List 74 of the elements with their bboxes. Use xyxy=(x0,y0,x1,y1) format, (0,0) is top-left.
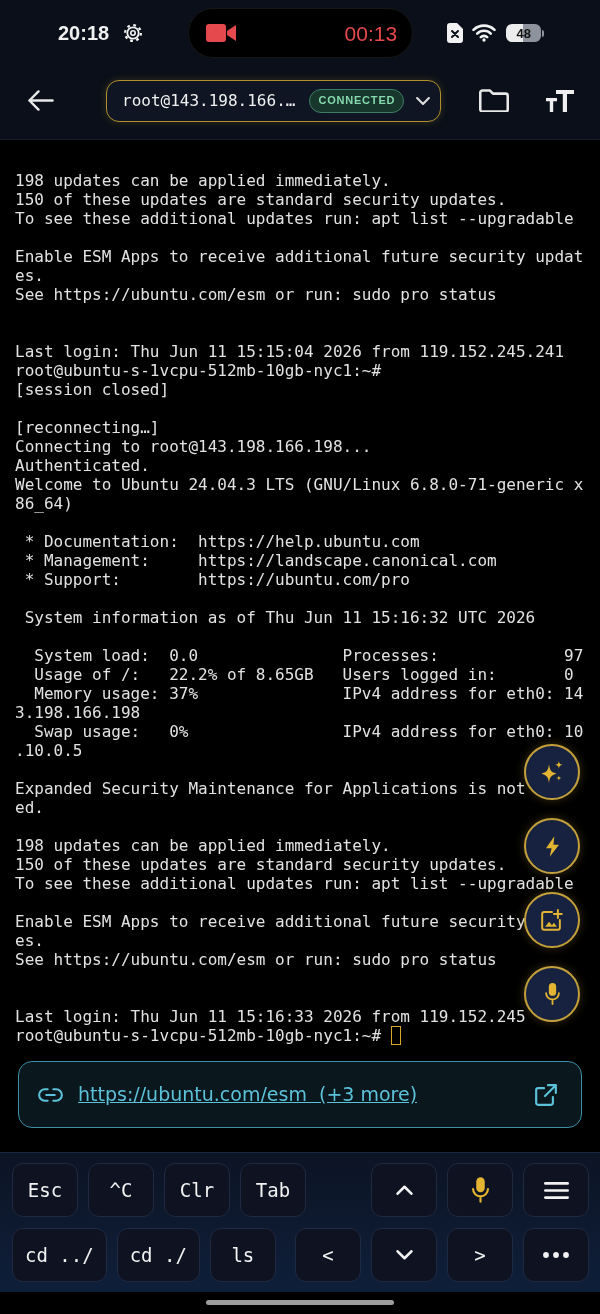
terminal-line: System load: 0.0 Processes: 97 xyxy=(33,646,584,665)
status-time: 20:18 xyxy=(58,23,110,43)
chevron-down-icon xyxy=(395,1250,413,1260)
add-image-button[interactable] xyxy=(524,892,580,948)
external-link-icon[interactable] xyxy=(535,1083,557,1106)
terminal-line: See https://ubuntu.com/esm or run: sudo pro status xyxy=(15,285,497,304)
terminal-line: [reconnecting…] xyxy=(15,418,160,437)
wifi-icon xyxy=(472,24,497,42)
terminal-line: Authenticated. xyxy=(15,456,150,475)
terminal-line: Enable ESM Apps to receive additional future security updat xyxy=(15,247,584,266)
keyboard-key[interactable]: cd ./ xyxy=(116,1228,200,1282)
terminal-line: To see these additional updates run: apt list --upgradable xyxy=(15,874,574,893)
terminal-line: Last login: Thu Jun 11 15:16:33 2026 from 119.152.245 xyxy=(15,1007,526,1026)
terminal-line: 150 of these updates are standard security updates. xyxy=(15,855,507,874)
menu-icon xyxy=(543,1181,569,1199)
terminal-line: To see these additional updates run: apt list --upgradable xyxy=(15,209,574,228)
terminal-line: Enable ESM Apps to receive additional future security xyxy=(15,912,526,931)
terminal-line: .10.0.5 xyxy=(15,741,83,760)
terminal-line: Last login: Thu Jun 11 15:15:04 2026 from 119.152.245.241 xyxy=(15,342,565,361)
terminal-line: root@ubuntu-s-1vcpu-512mb-10gb-nyc1:~# xyxy=(15,1026,382,1045)
text-size-icon[interactable] xyxy=(546,89,574,112)
settings-icon xyxy=(124,24,143,42)
host-selector[interactable]: root@143.198.166.… CONNECTED xyxy=(106,79,441,122)
terminal-line: Usage of /: 22.2% of 8.65GB Users logged in: 0 xyxy=(33,665,574,684)
sim-card-off-icon xyxy=(447,23,464,43)
terminal-line: root@ubuntu-s-1vcpu-512mb-10gb-nyc1:~# xyxy=(15,361,382,380)
terminal-line: Welcome to Ubuntu 24.04.3 LTS (GNU/Linux 6.8.0-71-generic x xyxy=(15,475,584,494)
terminal-line: 198 updates can be applied immediately. xyxy=(15,836,391,855)
terminal-line: * Support: https://ubuntu.com/pro xyxy=(23,570,410,589)
keyboard-key[interactable]: Esc xyxy=(12,1163,78,1217)
connection-status-badge: CONNECTED xyxy=(309,88,405,113)
keyboard-key[interactable] xyxy=(523,1163,589,1217)
terminal-line: Expanded Security Maintenance for Applications is not xyxy=(15,779,526,798)
folder-icon[interactable] xyxy=(479,89,509,112)
microphone-icon xyxy=(471,1177,489,1203)
microphone-button[interactable] xyxy=(524,966,580,1022)
terminal-line: * Documentation: https://help.ubuntu.com xyxy=(23,532,420,551)
keyboard-key[interactable]: ls xyxy=(209,1228,276,1282)
terminal-line: Connecting to root@143.198.166.198... xyxy=(15,437,372,456)
link-icon xyxy=(38,1087,63,1102)
chevron-up-icon xyxy=(395,1185,413,1195)
terminal-line: 86_64) xyxy=(15,494,73,513)
keyboard-key[interactable]: cd ../ xyxy=(12,1228,107,1282)
detected-link[interactable]: https://ubuntu.com/esm (+3 more) xyxy=(78,1080,418,1109)
video-camera-icon xyxy=(206,23,237,43)
terminal-line: * Management: https://landscape.canonical.com xyxy=(23,551,497,570)
terminal-line: ed. xyxy=(15,798,44,817)
terminal-line: es. xyxy=(15,266,44,285)
keyboard-key[interactable]: < xyxy=(295,1228,361,1282)
chevron-down-icon xyxy=(416,96,431,105)
keyboard-key[interactable] xyxy=(523,1228,589,1282)
terminal-line: 3.198.166.198 xyxy=(15,703,141,722)
sparkles-button[interactable] xyxy=(524,744,580,800)
terminal-line: System information as of Thu Jun 11 15:16:32 UTC 2026 xyxy=(23,608,536,627)
lightning-bolt-icon xyxy=(545,835,559,857)
terminal-line: 198 updates can be applied immediately. xyxy=(15,171,391,190)
keyboard-key[interactable]: Clr xyxy=(164,1163,230,1217)
sparkles-icon xyxy=(541,761,563,783)
terminal-line: Swap usage: 0% IPv4 address for eth0: 10 xyxy=(33,722,584,741)
terminal-line: [session closed] xyxy=(15,380,170,399)
more-dots-icon xyxy=(543,1252,569,1258)
recording-timer: 00:13 xyxy=(344,22,398,44)
terminal-line: es. xyxy=(15,931,44,950)
keyboard-key[interactable]: ^C xyxy=(88,1163,154,1217)
keyboard-key[interactable]: Tab xyxy=(240,1163,306,1217)
back-arrow-icon[interactable] xyxy=(28,90,54,111)
terminal-line: 150 of these updates are standard security updates. xyxy=(15,190,507,209)
terminal-line: See https://ubuntu.com/esm or run: sudo pro status xyxy=(15,950,497,969)
keyboard-key[interactable] xyxy=(447,1163,513,1217)
keyboard-key[interactable]: > xyxy=(447,1228,513,1282)
terminal-line: Memory usage: 37% IPv4 address for eth0: 14 xyxy=(33,684,584,703)
add-image-icon xyxy=(541,909,563,931)
microphone-icon xyxy=(544,983,560,1005)
lightning-button[interactable] xyxy=(524,818,580,874)
